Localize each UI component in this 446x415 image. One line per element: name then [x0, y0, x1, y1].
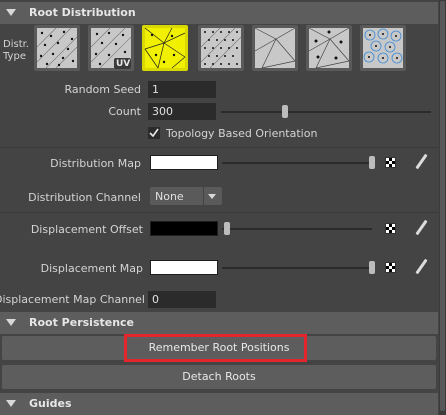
displacement-map-label: Displacement Map [40, 262, 143, 275]
highlight-rectangle [124, 334, 307, 362]
paint-brush-icon[interactable] [415, 153, 428, 170]
displacement-map-channel-label-clip: Displacement Map Channel [0, 293, 145, 307]
texture-map-checker-icon[interactable] [385, 262, 396, 273]
section-title: Root Persistence [29, 316, 135, 329]
triangle-distribution-icon [144, 27, 186, 69]
texture-map-checker-icon[interactable] [385, 223, 396, 234]
divider [0, 212, 438, 213]
face-center-distribution-icon [308, 27, 350, 69]
distribution-map-label: Distribution Map [50, 157, 141, 170]
displacement-map-slider-track[interactable] [222, 267, 372, 269]
random-distribution-icon [36, 27, 78, 69]
distribution-type-poisson[interactable] [360, 25, 406, 71]
displacement-offset-label: Displacement Offset [30, 223, 143, 236]
chevron-down-icon [208, 194, 216, 199]
topology-label: Topology Based Orientation [166, 127, 318, 140]
displacement-map-channel-field[interactable]: 0 [148, 291, 216, 308]
distr-label-line1: Distr. [3, 39, 29, 50]
displacement-offset-color-swatch[interactable] [150, 221, 218, 236]
count-label: Count [108, 105, 141, 118]
section-title: Guides [29, 397, 72, 410]
detach-roots-button[interactable]: Detach Roots [2, 365, 436, 389]
distribution-channel-label: Distribution Channel [28, 191, 141, 204]
dropdown-value: None [155, 190, 184, 203]
distribution-map-color-swatch[interactable] [150, 155, 218, 170]
uv-badge: UV [116, 59, 131, 69]
section-header-guides[interactable]: Guides [0, 393, 438, 415]
distribution-type-even[interactable] [198, 25, 244, 71]
collapse-triangle-icon [6, 319, 16, 326]
even-distribution-icon [200, 27, 242, 69]
section-header-root-persistence[interactable]: Root Persistence [0, 312, 438, 334]
collapse-triangle-icon [6, 400, 16, 407]
section-title: Root Distribution [29, 6, 136, 19]
count-field[interactable]: 300 [148, 103, 216, 120]
distribution-type-vertex[interactable] [252, 25, 298, 71]
random-seed-label: Random Seed [64, 83, 141, 96]
random-seed-field[interactable]: 1 [148, 81, 216, 98]
distribution-map-slider-handle[interactable] [369, 156, 375, 169]
paint-brush-icon[interactable] [415, 258, 428, 275]
checkmark-icon [149, 128, 159, 138]
topology-checkbox[interactable] [148, 127, 160, 139]
distribution-type-triangle-selected[interactable] [142, 25, 188, 71]
distribution-type-random[interactable] [34, 25, 80, 71]
count-slider-track[interactable] [221, 111, 431, 113]
distribution-type-uv[interactable]: UV [88, 25, 134, 71]
poisson-distribution-icon [363, 28, 403, 68]
distribution-map-slider-track[interactable] [222, 162, 372, 164]
texture-map-checker-icon[interactable] [385, 157, 396, 168]
displacement-map-channel-label: Displacement Map Channel [0, 293, 145, 306]
distribution-channel-dropdown[interactable]: None [150, 187, 222, 205]
displacement-offset-slider-track[interactable] [222, 228, 372, 230]
scrollbar-thumb[interactable] [440, 1, 445, 411]
paint-brush-icon[interactable] [415, 219, 428, 236]
section-header-root-distribution[interactable]: Root Distribution [0, 2, 438, 24]
distribution-type-face-center[interactable] [306, 25, 352, 71]
vertex-distribution-icon [254, 27, 296, 69]
distr-label-line2: Type [3, 51, 26, 62]
distr-type-label: Distr. Type [3, 39, 29, 63]
displacement-offset-slider-handle[interactable] [224, 222, 230, 235]
collapse-triangle-icon [6, 9, 16, 16]
count-slider-handle[interactable] [282, 105, 288, 118]
divider [0, 147, 438, 148]
dropdown-divider [203, 187, 204, 205]
displacement-map-slider-handle[interactable] [369, 261, 375, 274]
displacement-map-color-swatch[interactable] [150, 260, 218, 275]
